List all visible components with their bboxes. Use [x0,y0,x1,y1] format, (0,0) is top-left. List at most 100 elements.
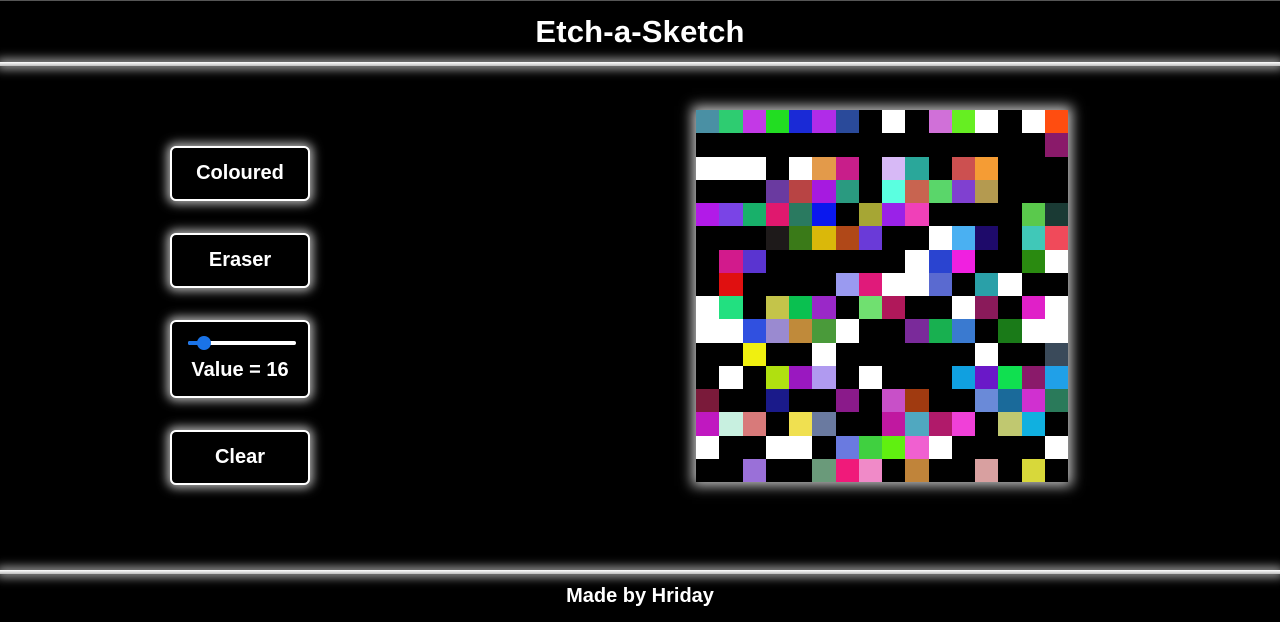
grid-cell[interactable] [905,435,929,459]
grid-cell[interactable] [812,249,836,273]
grid-cell[interactable] [928,133,952,157]
grid-cell[interactable] [789,389,813,413]
grid-cell[interactable] [1021,110,1045,134]
grid-cell[interactable] [835,435,859,459]
grid-cell[interactable] [812,110,836,134]
grid-cell[interactable] [975,412,999,436]
grid-cell[interactable] [696,412,720,436]
grid-cell[interactable] [719,133,743,157]
grid-cell[interactable] [1044,179,1068,203]
grid-cell[interactable] [1044,296,1068,320]
grid-cell[interactable] [998,435,1022,459]
grid-cell[interactable] [696,296,720,320]
grid-cell[interactable] [858,179,882,203]
eraser-button[interactable]: Eraser [170,233,310,288]
grid-cell[interactable] [835,412,859,436]
grid-cell[interactable] [789,272,813,296]
grid-cell[interactable] [742,133,766,157]
grid-cell[interactable] [882,272,906,296]
grid-cell[interactable] [719,319,743,343]
grid-cell[interactable] [975,272,999,296]
grid-cell[interactable] [998,156,1022,180]
grid-cell[interactable] [696,342,720,366]
grid-cell[interactable] [882,319,906,343]
grid-cell[interactable] [882,249,906,273]
grid-cell[interactable] [928,365,952,389]
grid-cell[interactable] [696,203,720,227]
grid-cell[interactable] [742,458,766,482]
grid-cell[interactable] [696,133,720,157]
grid-cell[interactable] [812,319,836,343]
grid-cell[interactable] [696,319,720,343]
grid-cell[interactable] [719,272,743,296]
grid-cell[interactable] [975,319,999,343]
grid-cell[interactable] [812,365,836,389]
grid-cell[interactable] [719,458,743,482]
grid-cell[interactable] [858,249,882,273]
grid-cell[interactable] [765,249,789,273]
grid-cell[interactable] [951,272,975,296]
grid-cell[interactable] [882,179,906,203]
grid-cell[interactable] [998,226,1022,250]
grid-cell[interactable] [905,156,929,180]
grid-cell[interactable] [812,296,836,320]
grid-cell[interactable] [719,296,743,320]
grid-cell[interactable] [765,319,789,343]
grid-cell[interactable] [905,389,929,413]
grid-cell[interactable] [928,319,952,343]
grid-cell[interactable] [951,365,975,389]
grid-cell[interactable] [742,342,766,366]
grid-cell[interactable] [905,226,929,250]
grid-cell[interactable] [789,412,813,436]
grid-cell[interactable] [742,272,766,296]
grid-cell[interactable] [696,365,720,389]
grid-cell[interactable] [789,226,813,250]
grid-cell[interactable] [1021,389,1045,413]
grid-cell[interactable] [1044,226,1068,250]
grid-cell[interactable] [835,156,859,180]
grid-cell[interactable] [719,226,743,250]
grid-cell[interactable] [719,203,743,227]
grid-cell[interactable] [1021,365,1045,389]
grid-cell[interactable] [1044,249,1068,273]
grid-cell[interactable] [835,179,859,203]
grid-cell[interactable] [998,412,1022,436]
grid-cell[interactable] [975,226,999,250]
grid-cell[interactable] [1044,365,1068,389]
grid-cell[interactable] [975,342,999,366]
grid-cell[interactable] [928,272,952,296]
grid-cell[interactable] [951,389,975,413]
grid-cell[interactable] [765,110,789,134]
grid-cell[interactable] [928,203,952,227]
grid-cell[interactable] [719,179,743,203]
grid-cell[interactable] [882,226,906,250]
grid-cell[interactable] [742,249,766,273]
grid-cell[interactable] [812,203,836,227]
grid-cell[interactable] [789,435,813,459]
grid-cell[interactable] [998,203,1022,227]
coloured-button[interactable]: Coloured [170,146,310,201]
grid-cell[interactable] [882,342,906,366]
grid-cell[interactable] [719,365,743,389]
grid-cell[interactable] [905,458,929,482]
grid-cell[interactable] [765,458,789,482]
grid-cell[interactable] [1021,156,1045,180]
grid-cell[interactable] [719,342,743,366]
grid-cell[interactable] [975,156,999,180]
grid-cell[interactable] [1021,133,1045,157]
grid-cell[interactable] [951,110,975,134]
grid-cell[interactable] [789,458,813,482]
grid-cell[interactable] [1044,203,1068,227]
grid-cell[interactable] [928,389,952,413]
grid-cell[interactable] [789,319,813,343]
grid-cell[interactable] [951,458,975,482]
grid-cell[interactable] [812,435,836,459]
grid-cell[interactable] [928,342,952,366]
grid-cell[interactable] [789,342,813,366]
grid-cell[interactable] [1044,319,1068,343]
grid-cell[interactable] [951,412,975,436]
grid-cell[interactable] [789,296,813,320]
grid-cell[interactable] [975,179,999,203]
grid-cell[interactable] [1021,412,1045,436]
grid-cell[interactable] [789,110,813,134]
